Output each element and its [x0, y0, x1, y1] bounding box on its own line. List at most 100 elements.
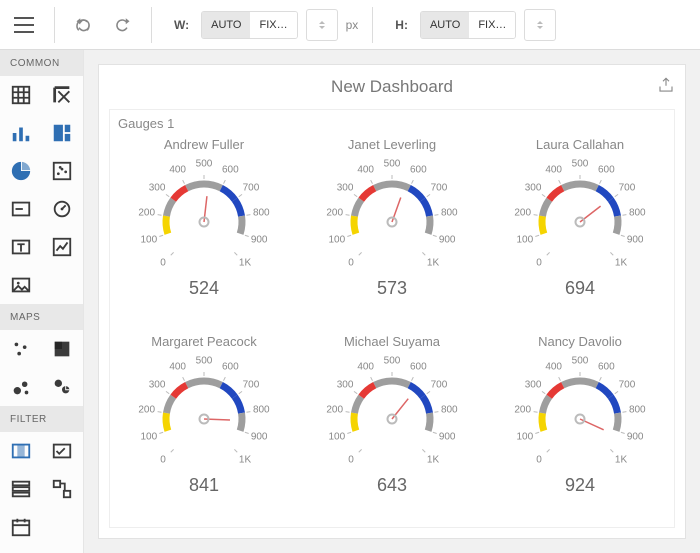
gauge-tick-label: 700	[619, 379, 636, 390]
gauge-tick-label: 200	[138, 404, 155, 415]
gauge-tick-label: 600	[410, 165, 427, 176]
gauge-tick-label: 0	[348, 455, 354, 466]
gauges-panel[interactable]: Gauges 1 Andrew Fuller010020030040050060…	[109, 109, 675, 528]
gauge-tick-label: 200	[326, 207, 343, 218]
gauge-tick-label: 0	[536, 258, 542, 269]
height-auto-option[interactable]: AUTO	[421, 12, 469, 38]
gauge-tick-label: 200	[326, 404, 343, 415]
gauge-tick-label: 700	[431, 379, 448, 390]
date-filter-icon	[10, 516, 32, 538]
width-label: W:	[174, 18, 189, 32]
redo-icon	[113, 16, 131, 34]
gauge-tick-label: 500	[384, 356, 401, 367]
gauge-tick-label: 500	[384, 159, 401, 170]
toolbox-text[interactable]	[0, 228, 42, 266]
gauge-tick-label: 900	[627, 431, 644, 442]
width-fixed-option[interactable]: FIX…	[250, 12, 296, 38]
image-icon	[10, 274, 32, 296]
gauge-tick-label: 1K	[427, 258, 439, 269]
gauge-tick-label: 700	[619, 182, 636, 193]
gauge-tick-label: 900	[627, 234, 644, 245]
gauge-chart: 01002003004005006007008009001K	[505, 152, 655, 276]
gauge-name: Margaret Peacock	[151, 334, 257, 349]
gauge-tick-label: 500	[572, 159, 589, 170]
gauge-name: Michael Suyama	[344, 334, 440, 349]
toolbox-tree-filter[interactable]	[42, 470, 84, 508]
tree-filter-icon	[51, 478, 73, 500]
dashboard-header: New Dashboard	[99, 65, 685, 109]
gauge-name: Laura Callahan	[536, 137, 624, 152]
toolbox-grid[interactable]	[0, 76, 42, 114]
toolbox-pie-map[interactable]	[42, 368, 84, 406]
sidebar-group-header: FILTER	[0, 406, 83, 432]
width-mode-segmented[interactable]: AUTO FIX…	[201, 11, 297, 39]
width-unit: px	[346, 18, 359, 32]
gauge-cell: Nancy Davolio010020030040050060070080090…	[486, 330, 674, 527]
design-canvas: New Dashboard Gauges 1 Andrew Fuller0100…	[84, 50, 700, 553]
width-stepper[interactable]	[306, 9, 338, 41]
gauge-tick-label: 1K	[239, 258, 251, 269]
gauge-chart: 01002003004005006007008009001K	[317, 152, 467, 276]
toolbox-range-filter[interactable]	[0, 432, 42, 470]
gauge-value: 573	[377, 278, 407, 299]
toolbox-date-filter[interactable]	[0, 508, 42, 546]
gauge-tick-label: 100	[140, 234, 157, 245]
gauge-tick-label: 800	[253, 207, 270, 218]
gauge-tick-label: 700	[431, 182, 448, 193]
gauge-cell: Janet Leverling0100200300400500600700800…	[298, 133, 486, 330]
gauge-tick-label: 700	[243, 379, 260, 390]
combo-filter-icon	[51, 440, 73, 462]
gauge-tick-label: 600	[598, 362, 615, 373]
gauge-tick-label: 400	[169, 165, 186, 176]
toolbox-treemap[interactable]	[42, 114, 84, 152]
toolbox-geo-point[interactable]	[0, 330, 42, 368]
toolbox-card[interactable]	[0, 190, 42, 228]
gauge-tick-label: 400	[357, 362, 374, 373]
toolbox-range[interactable]	[42, 228, 84, 266]
toolbox-combo-filter[interactable]	[42, 432, 84, 470]
export-button[interactable]	[657, 76, 675, 99]
gauge-cell: Michael Suyama01002003004005006007008009…	[298, 330, 486, 527]
height-mode-segmented[interactable]: AUTO FIX…	[420, 11, 516, 39]
gauge-tick-label: 900	[251, 234, 268, 245]
toolbox-gauge[interactable]	[42, 190, 84, 228]
sidebar-group-header: COMMON	[0, 50, 83, 76]
gauge-value: 643	[377, 475, 407, 496]
gauge-tick-label: 1K	[615, 258, 627, 269]
dashboard-surface[interactable]: New Dashboard Gauges 1 Andrew Fuller0100…	[98, 64, 686, 539]
gauge-cell: Margaret Peacock010020030040050060070080…	[110, 330, 298, 527]
gauge-tick-label: 300	[525, 182, 542, 193]
gauge-tick-label: 800	[441, 404, 458, 415]
height-fixed-option[interactable]: FIX…	[469, 12, 515, 38]
toolbox-bar-chart[interactable]	[0, 114, 42, 152]
gauge-value: 524	[189, 278, 219, 299]
gauge-tick-label: 100	[140, 431, 157, 442]
menu-button[interactable]	[8, 9, 40, 41]
toolbox-image[interactable]	[0, 266, 42, 304]
toolbox-scatter[interactable]	[42, 152, 84, 190]
gauge-tick-label: 100	[328, 431, 345, 442]
toolbox-bubble-map[interactable]	[0, 368, 42, 406]
gauge-tick-label: 100	[328, 234, 345, 245]
toolbox-pivot[interactable]	[42, 76, 84, 114]
gauge-tick-label: 100	[516, 234, 533, 245]
gauge-icon	[51, 198, 73, 220]
sidebar-group-header: MAPS	[0, 304, 83, 330]
gauge-tick-label: 600	[222, 362, 239, 373]
toolbox-choropleth[interactable]	[42, 330, 84, 368]
bar-chart-icon	[10, 122, 32, 144]
gauge-cell: Andrew Fuller010020030040050060070080090…	[110, 133, 298, 330]
gauge-tick-label: 400	[169, 362, 186, 373]
undo-button[interactable]	[69, 10, 99, 40]
width-auto-option[interactable]: AUTO	[202, 12, 250, 38]
gauge-name: Andrew Fuller	[164, 137, 244, 152]
text-icon	[10, 236, 32, 258]
toolbox-sidebar: COMMON MAPS FILTER	[0, 50, 84, 553]
undo-icon	[75, 16, 93, 34]
height-stepper[interactable]	[524, 9, 556, 41]
redo-button[interactable]	[107, 10, 137, 40]
gauge-tick-label: 800	[629, 207, 646, 218]
toolbox-pie[interactable]	[0, 152, 42, 190]
toolbox-list-filter[interactable]	[0, 470, 42, 508]
pie-map-icon	[51, 376, 73, 398]
